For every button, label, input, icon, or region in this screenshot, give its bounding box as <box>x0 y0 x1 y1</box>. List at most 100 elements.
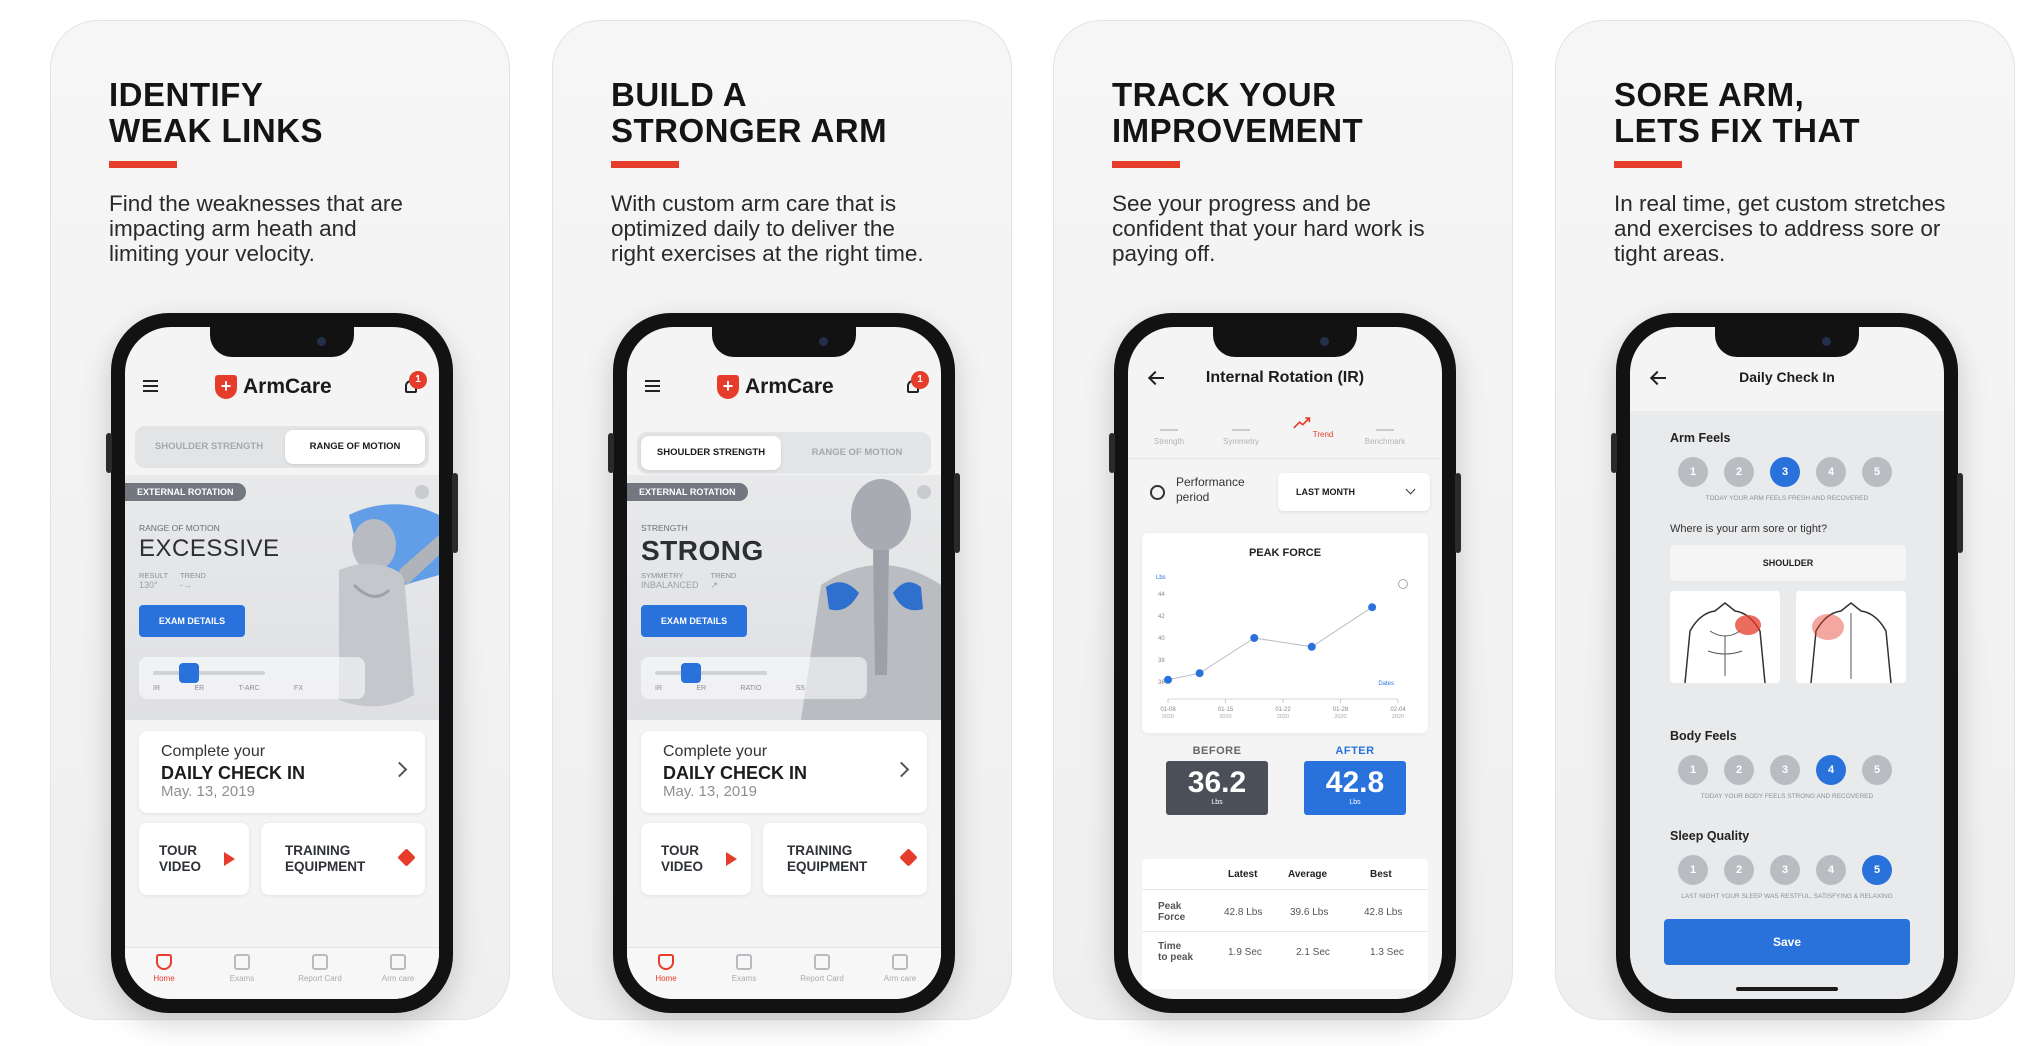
divider <box>1142 889 1428 890</box>
metric-kicker: RANGE OF MOTION <box>139 523 220 533</box>
daily-check-in-card[interactable]: Complete your DAILY CHECK IN May. 13, 20… <box>641 731 927 813</box>
body-front-image[interactable] <box>1670 591 1780 683</box>
tab-range-of-motion[interactable]: RANGE OF MOTION <box>787 436 927 470</box>
exam-type-pill: EXTERNAL ROTATION <box>627 483 748 501</box>
performance-period-row: Performance period LAST MONTH <box>1128 467 1442 519</box>
exam-details-button[interactable]: EXAM DETAILS <box>139 605 245 637</box>
torso-front-illustration <box>1684 602 1766 683</box>
promo-card-track-improvement: TRACK YOUR IMPROVEMENT See your progress… <box>1053 20 1513 1020</box>
data-point <box>1250 634 1259 642</box>
brand-logo: + ArmCare <box>717 373 834 401</box>
play-icon <box>224 852 235 866</box>
tab-arm-care[interactable]: Arm care <box>865 954 935 983</box>
scale-option[interactable]: 1 <box>1678 855 1708 885</box>
card-description: With custom arm care that is optimized d… <box>611 191 924 266</box>
result-word: EXCESSIVE <box>139 535 280 562</box>
table-header: Average <box>1288 869 1328 880</box>
tour-video-tile[interactable]: TOUR VIDEO <box>139 823 249 895</box>
tab-home[interactable]: Home <box>631 954 701 983</box>
scale-option[interactable]: 1 <box>1678 457 1708 487</box>
home-screen-shoulder-strength: + ArmCare 1 SHOULDER STRENGTH RANGE OF M… <box>627 327 941 999</box>
bottom-tab-bar: Home Exams Report Card Arm care <box>125 947 439 999</box>
arm-feels-caption: TODAY YOUR ARM FEELS FRESH AND RECOVERED <box>1705 495 1869 502</box>
scale-option[interactable]: 4 <box>1816 855 1846 885</box>
scale-option[interactable]: 2 <box>1724 755 1754 785</box>
slider-track[interactable] <box>153 671 265 675</box>
tab-shoulder-strength[interactable]: SHOULDER STRENGTH <box>641 436 781 470</box>
scale-option[interactable]: 3 <box>1770 755 1800 785</box>
scale-option[interactable]: 4 <box>1816 457 1846 487</box>
body-feels-scale: 1 2 3 4 5 <box>1678 755 1892 785</box>
phone-frame: Daily Check In Arm Feels 1 2 3 4 5 TODAY… <box>1611 313 1963 1013</box>
scale-option[interactable]: 2 <box>1724 457 1754 487</box>
x-tick-year: 2020 <box>1277 714 1289 720</box>
tab-trend[interactable]: Trend <box>1278 415 1348 439</box>
trend-field: TREND ↗ <box>710 571 737 590</box>
x-tick-label: 01-22 <box>1275 707 1291 713</box>
armcare-shield-icon: + <box>717 375 739 399</box>
strength-icon <box>1160 415 1178 431</box>
tab-arm-care[interactable]: Arm care <box>363 954 433 983</box>
exam-details-button[interactable]: EXAM DETAILS <box>641 605 747 637</box>
tab-range-of-motion[interactable]: RANGE OF MOTION <box>285 430 425 464</box>
page-title: Daily Check In <box>1739 369 1835 385</box>
menu-icon[interactable] <box>645 380 660 392</box>
period-dropdown[interactable]: LAST MONTH <box>1278 473 1430 511</box>
accent-rule <box>1112 161 1180 168</box>
torso-back-illustration <box>1810 602 1892 683</box>
scale-option[interactable]: 5 <box>1862 457 1892 487</box>
slider-knob[interactable] <box>179 663 199 683</box>
body-back-image[interactable] <box>1796 591 1906 683</box>
scale-option[interactable]: 5 <box>1862 855 1892 885</box>
training-equipment-tile[interactable]: TRAINING EQUIPMENT <box>261 823 425 895</box>
report-card-icon <box>312 954 328 970</box>
tab-report-card[interactable]: Report Card <box>787 954 857 983</box>
tour-video-tile[interactable]: TOUR VIDEO <box>641 823 751 895</box>
tab-exams[interactable]: Exams <box>709 954 779 983</box>
x-tick-label: 01-08 <box>1160 707 1176 713</box>
tab-strength[interactable]: Strength <box>1134 415 1204 446</box>
tab-shoulder-strength[interactable]: SHOULDER STRENGTH <box>139 430 279 464</box>
info-icon[interactable] <box>917 485 931 499</box>
scale-option[interactable]: 4 <box>1816 755 1846 785</box>
scale-option[interactable]: 2 <box>1724 855 1754 885</box>
daily-check-in-screen: Daily Check In Arm Feels 1 2 3 4 5 TODAY… <box>1630 327 1944 999</box>
save-button[interactable]: Save <box>1664 919 1910 965</box>
card-description: Find the weaknesses that are impacting a… <box>109 191 403 266</box>
period-label: Performance period <box>1176 475 1245 504</box>
tab-exams[interactable]: Exams <box>207 954 277 983</box>
scale-option[interactable]: 1 <box>1678 755 1708 785</box>
scale-option[interactable]: 3 <box>1770 855 1800 885</box>
chevron-right-icon <box>391 761 408 778</box>
app-topbar: + ArmCare 1 <box>627 367 941 407</box>
scale-option[interactable]: 5 <box>1862 755 1892 785</box>
menu-icon[interactable] <box>143 380 158 392</box>
info-icon[interactable] <box>415 485 429 499</box>
data-point <box>1307 642 1316 651</box>
slider-knob[interactable] <box>681 663 701 683</box>
y-tick-label: 40 <box>1158 636 1165 642</box>
tab-home[interactable]: Home <box>129 954 199 983</box>
tab-symmetry[interactable]: Symmetry <box>1206 415 1276 446</box>
phone-frame: + ArmCare 1 SHOULDER STRENGTH RANGE OF M… <box>608 313 960 1013</box>
table-cell: 1.9 Sec <box>1228 947 1262 958</box>
training-equipment-tile[interactable]: TRAINING EQUIPMENT <box>763 823 927 895</box>
slider-track[interactable] <box>655 671 767 675</box>
sore-question: Where is your arm sore or tight? <box>1670 523 1828 535</box>
phone-notch <box>210 327 354 357</box>
trend-screen: Internal Rotation (IR) Strength Symmetry… <box>1128 327 1442 999</box>
accent-rule <box>611 161 679 168</box>
accent-rule <box>109 161 177 168</box>
segment-control: SHOULDER STRENGTH RANGE OF MOTION <box>637 432 931 474</box>
app-topbar: + ArmCare 1 <box>125 367 439 407</box>
table-cell: 2.1 Sec <box>1296 947 1330 958</box>
promo-card-weak-links: IDENTIFY WEAK LINKS Find the weaknesses … <box>50 20 510 1020</box>
sore-area-field[interactable]: SHOULDER <box>1670 545 1906 581</box>
daily-check-in-card[interactable]: Complete your DAILY CHECK IN May. 13, 20… <box>139 731 425 813</box>
tab-report-card[interactable]: Report Card <box>285 954 355 983</box>
x-tick-label: 02-04 <box>1390 707 1406 713</box>
scale-option[interactable]: 3 <box>1770 457 1800 487</box>
y-tick-label: 44 <box>1158 592 1165 598</box>
tab-benchmark[interactable]: Benchmark <box>1350 415 1420 446</box>
tag-icon <box>397 848 416 867</box>
